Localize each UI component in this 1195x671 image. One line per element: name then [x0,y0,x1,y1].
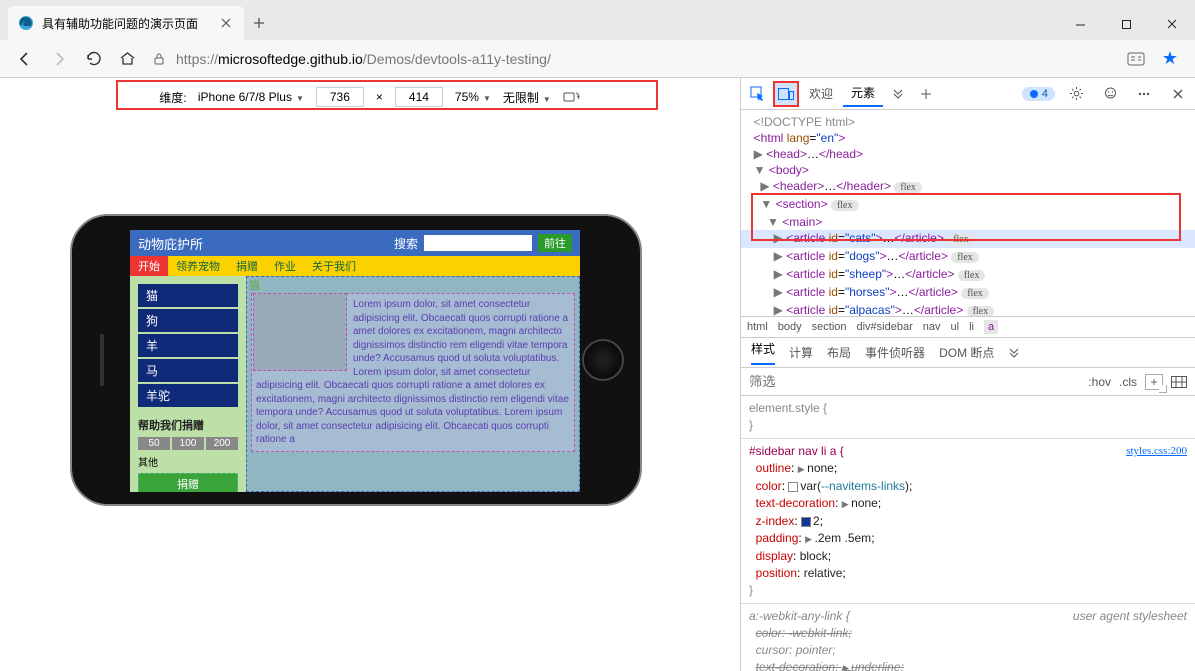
styles-filter-input[interactable] [741,374,1080,389]
search-go-button[interactable]: 前往 [538,234,572,252]
nav-item[interactable]: 开始 [130,256,168,276]
page-sidebar: 猫 狗 羊 马 羊驼 帮助我们捐赠 50 100 200 其他 [130,276,246,492]
page-nav: 开始 领养宠物 捐赠 作业 关于我们 [130,256,580,276]
article-image [253,293,347,371]
lock-icon [152,52,166,66]
device-frame: 动物庇护所 搜索 前往 开始 领养宠物 捐赠 作业 关于我们 [70,214,642,506]
reader-icon[interactable] [1119,43,1153,75]
feedback-icon[interactable] [1097,81,1123,107]
url-host: microsoftedge.github.io [218,51,363,67]
donate-amount[interactable]: 100 [172,437,204,450]
article-label: 猫 [249,277,260,293]
back-button[interactable] [8,43,42,75]
device-toggle-icon[interactable] [773,81,799,107]
window-titlebar: 具有辅助功能问题的演示页面 [0,0,1195,40]
browser-toolbar: https://microsoftedge.github.io/Demos/de… [0,40,1195,78]
tab-close-icon[interactable] [218,15,234,31]
more-icon[interactable] [1131,81,1157,107]
home-button[interactable] [110,43,144,75]
close-devtools-icon[interactable] [1165,81,1191,107]
url-prefix: https:// [176,51,218,67]
devtools-pane: 欢迎 元素 4 <!DOCTYPE html> <html lang="en">… [740,78,1195,671]
page-header: 动物庇护所 搜索 前往 [130,230,580,256]
device-select[interactable]: iPhone 6/7/8 Plus [198,90,304,104]
window-minimize[interactable] [1057,8,1103,40]
inspect-icon[interactable] [745,81,771,107]
donate-amount[interactable]: 50 [138,437,170,450]
tab-layout[interactable]: 布局 [827,344,851,361]
favorite-star-icon[interactable]: ★ [1153,43,1187,75]
tab-computed[interactable]: 计算 [789,344,813,361]
device-toolbar: 维度: iPhone 6/7/8 Plus × 75% 无限制 [0,82,740,112]
styles-tabbar: 样式 计算 布局 事件侦听器 DOM 断点 [741,338,1195,368]
site-title: 动物庇护所 [138,234,203,253]
sidebar-item[interactable]: 马 [138,359,238,382]
height-input[interactable] [395,87,443,107]
tab-dom-breakpoints[interactable]: DOM 断点 [939,344,994,361]
refresh-button[interactable] [76,43,110,75]
tabs-overflow-icon[interactable] [885,81,911,107]
issues-badge[interactable]: 4 [1022,87,1055,101]
sidebar-item[interactable]: 羊驼 [138,384,238,407]
tab-title: 具有辅助功能问题的演示页面 [42,15,218,32]
search-input[interactable] [424,235,532,251]
width-input[interactable] [316,87,364,107]
dom-tree[interactable]: <!DOCTYPE html> <html lang="en"> ▶ <head… [741,110,1195,316]
donate-button[interactable]: 捐赠 [138,473,238,492]
window-maximize[interactable] [1103,8,1149,40]
donate-header: 帮助我们捐赠 [138,417,238,433]
nav-item[interactable]: 领养宠物 [168,256,228,276]
tab-events[interactable]: 事件侦听器 [865,344,925,361]
sidebar-item[interactable]: 猫 [138,284,238,307]
cls-toggle[interactable]: .cls [1119,375,1137,389]
styles-filter-row: :hov .cls + [741,368,1195,396]
new-rule-button[interactable]: + [1145,374,1163,390]
new-tab-button[interactable] [244,6,274,40]
styles-panel[interactable]: element.style { } styles.css:200 #sideba… [741,396,1195,671]
donate-other[interactable]: 其他 [138,454,238,469]
tab-elements[interactable]: 元素 [843,80,883,107]
search-label: 搜索 [394,235,418,252]
ua-label: user agent stylesheet [1073,608,1187,625]
dim-label: 维度: [159,89,186,106]
donate-amount[interactable]: 200 [206,437,238,450]
viewport-pane: 维度: iPhone 6/7/8 Plus × 75% 无限制 动物庇护所 搜索 [0,78,740,671]
phone-speaker [100,334,104,386]
address-bar[interactable]: https://microsoftedge.github.io/Demos/de… [144,45,1119,73]
throttle-select[interactable]: 无限制 [503,89,551,106]
nav-item[interactable]: 关于我们 [304,256,364,276]
sidebar-item[interactable]: 羊 [138,334,238,357]
article-cats: 猫 Lorem ipsum dolor, sit amet consectetu… [246,276,580,492]
nav-item[interactable]: 作业 [266,256,304,276]
new-tab-icon[interactable] [913,81,939,107]
dom-selected-row: ▶ <article id="cats">…</article> flex [741,230,1195,248]
browser-tab[interactable]: 具有辅助功能问题的演示页面 [8,6,244,40]
tab-styles[interactable]: 样式 [751,340,775,365]
styles-overflow-icon[interactable] [1008,347,1020,359]
nav-item[interactable]: 捐赠 [228,256,266,276]
sidebar-item[interactable]: 狗 [138,309,238,332]
settings-icon[interactable] [1063,81,1089,107]
source-link[interactable]: styles.css:200 [1126,443,1187,460]
flexgrid-icon[interactable] [1171,376,1187,388]
device-screen: 动物庇护所 搜索 前往 开始 领养宠物 捐赠 作业 关于我们 [130,230,580,492]
dom-breadcrumb[interactable]: html body section div#sidebar nav ul li … [741,316,1195,338]
dim-sep: × [376,90,383,104]
window-close[interactable] [1149,8,1195,40]
forward-button[interactable] [42,43,76,75]
url-path: /Demos/devtools-a11y-testing/ [363,51,551,67]
devtools-tabbar: 欢迎 元素 4 [741,78,1195,110]
edge-favicon [18,15,34,31]
tab-welcome[interactable]: 欢迎 [801,81,841,106]
hov-toggle[interactable]: :hov [1088,375,1111,389]
phone-home-button [582,339,624,381]
rotate-icon[interactable] [563,90,581,104]
zoom-select[interactable]: 75% [455,90,491,104]
